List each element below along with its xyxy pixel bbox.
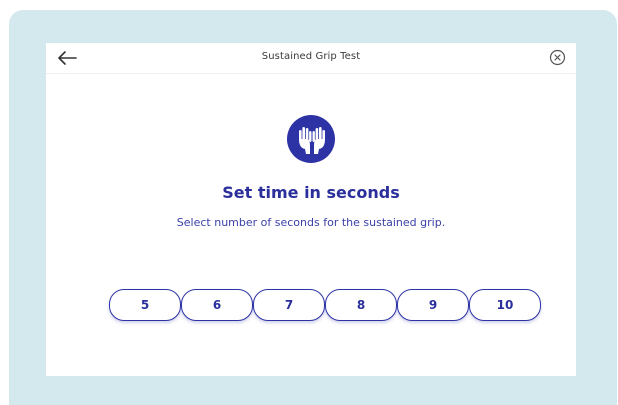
raised-hands-icon bbox=[299, 127, 325, 154]
option-7-seconds[interactable]: 7 bbox=[253, 289, 325, 321]
raised-hands-badge bbox=[287, 115, 335, 163]
option-10-seconds[interactable]: 10 bbox=[469, 289, 541, 321]
option-5-seconds[interactable]: 5 bbox=[109, 289, 181, 321]
seconds-options: 5 6 7 8 9 10 bbox=[109, 289, 541, 321]
header-bar: Sustained Grip Test bbox=[46, 43, 576, 74]
close-circle-icon bbox=[549, 49, 566, 66]
option-6-seconds[interactable]: 6 bbox=[181, 289, 253, 321]
device-frame: Sustained Grip Test Set time in seconds … bbox=[9, 10, 617, 405]
option-9-seconds[interactable]: 9 bbox=[397, 289, 469, 321]
close-button[interactable] bbox=[549, 49, 566, 66]
page-title: Sustained Grip Test bbox=[261, 51, 361, 62]
heading: Set time in seconds bbox=[222, 183, 400, 202]
app-screen: Sustained Grip Test Set time in seconds … bbox=[46, 43, 576, 376]
option-8-seconds[interactable]: 8 bbox=[325, 289, 397, 321]
instruction-text: Select number of seconds for the sustain… bbox=[176, 216, 446, 229]
